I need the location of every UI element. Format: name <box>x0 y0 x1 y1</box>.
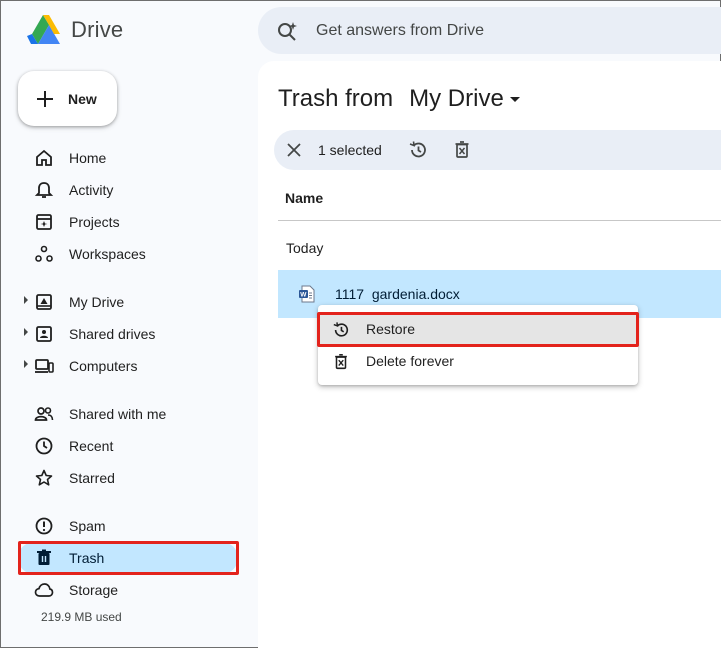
sidebar-item-label: Activity <box>69 182 114 198</box>
sidebar-item-trash[interactable]: Trash <box>18 542 238 574</box>
bell-icon <box>34 182 54 198</box>
header-divider <box>278 220 721 221</box>
sparkle-search-icon <box>278 21 297 41</box>
selection-toolbar: 1 selected <box>274 130 721 170</box>
restore-icon <box>333 322 349 337</box>
my-drive-icon <box>36 294 52 310</box>
clock-icon <box>35 437 53 455</box>
sidebar-item-home[interactable]: Home <box>18 142 238 174</box>
location-dropdown[interactable]: My Drive <box>409 85 504 113</box>
sidebar-item-label: Shared drives <box>69 326 156 342</box>
delete-forever-icon <box>335 354 347 370</box>
computer-icon <box>35 359 54 373</box>
sidebar-item-shared-with-me[interactable]: Shared with me <box>18 398 238 430</box>
sidebar-item-label: Home <box>69 150 107 166</box>
sidebar-item-projects[interactable]: Projects <box>18 206 238 238</box>
home-icon <box>36 149 52 166</box>
file-name-prefix: 1117 <box>335 286 365 302</box>
sidebar-item-activity[interactable]: Activity <box>18 174 238 206</box>
sidebar-item-starred[interactable]: Starred <box>18 462 238 494</box>
projects-icon <box>36 214 52 230</box>
page-title: Trash from My Drive <box>278 85 520 113</box>
spam-icon <box>35 517 53 535</box>
sidebar-item-shared-drives[interactable]: Shared drives <box>18 318 238 350</box>
sidebar-item-storage[interactable]: Storage <box>18 574 238 606</box>
sidebar-item-spam[interactable]: Spam <box>18 510 238 542</box>
plus-icon <box>37 90 53 107</box>
close-icon[interactable] <box>286 142 302 158</box>
sidebar-item-label: Workspaces <box>69 246 146 262</box>
sidebar-item-computers[interactable]: Computers <box>18 350 238 382</box>
sidebar-item-my-drive[interactable]: My Drive <box>18 286 238 318</box>
expand-caret-icon[interactable] <box>24 328 28 336</box>
sidebar-item-label: My Drive <box>69 294 125 310</box>
sidebar-item-workspaces[interactable]: Workspaces <box>18 238 238 270</box>
column-header-name[interactable]: Name <box>285 190 323 206</box>
expand-caret-icon[interactable] <box>24 296 28 304</box>
chevron-down-icon[interactable] <box>509 96 520 102</box>
new-button-label: New <box>68 90 97 107</box>
menu-item-delete-forever[interactable]: Delete forever <box>318 345 638 377</box>
word-doc-icon: W <box>299 285 315 303</box>
storage-used-text: 219.9 MB used <box>41 610 122 624</box>
sidebar-item-label: Computers <box>69 358 138 374</box>
page-title-prefix: Trash from <box>278 85 394 112</box>
shared-drives-icon <box>36 326 52 342</box>
star-icon <box>35 469 53 486</box>
trash-icon <box>37 549 51 565</box>
drive-logo-icon <box>27 15 60 44</box>
expand-caret-icon[interactable] <box>24 360 28 368</box>
group-label: Today <box>286 240 324 256</box>
drive-logo[interactable]: Drive <box>25 13 123 47</box>
file-name-rest: gardenia.docx <box>371 286 460 302</box>
menu-item-label: Delete forever <box>366 353 454 369</box>
restore-icon[interactable] <box>408 140 428 160</box>
sidebar-item-recent[interactable]: Recent <box>18 430 238 462</box>
menu-item-label: Restore <box>366 321 416 337</box>
sidebar-item-label: Recent <box>69 438 114 454</box>
context-menu: Restore Delete forever <box>318 305 638 385</box>
sidebar-item-label: Shared with me <box>69 406 167 422</box>
delete-forever-icon[interactable] <box>452 140 472 160</box>
workspaces-icon <box>35 245 53 262</box>
selection-count: 1 selected <box>318 142 382 158</box>
sidebar-item-label: Projects <box>69 214 120 230</box>
sidebar-item-label: Trash <box>69 550 105 566</box>
people-icon <box>34 407 54 421</box>
svg-text:W: W <box>300 292 307 299</box>
file-name: 1117 gardenia.docx <box>335 286 460 302</box>
search-bar[interactable]: Get answers from Drive <box>258 7 721 54</box>
app-title: Drive <box>71 17 124 42</box>
search-placeholder: Get answers from Drive <box>316 21 485 39</box>
sidebar-item-label: Starred <box>69 470 115 486</box>
cloud-icon <box>34 583 54 597</box>
sidebar-item-label: Storage <box>69 582 119 598</box>
new-button[interactable]: New <box>18 71 117 126</box>
sidebar-item-label: Spam <box>69 518 106 534</box>
menu-item-restore[interactable]: Restore <box>318 313 638 345</box>
